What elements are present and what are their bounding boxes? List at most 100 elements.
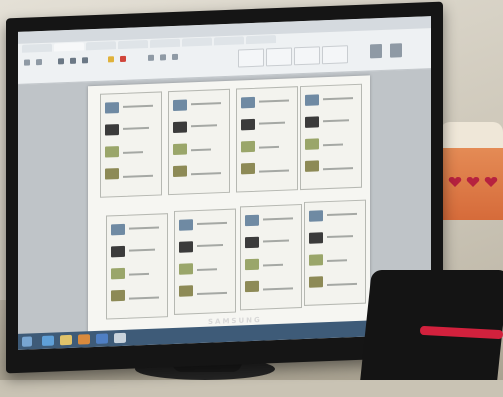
word-icon[interactable] xyxy=(96,333,108,344)
text-line xyxy=(129,296,159,300)
text-line xyxy=(197,268,217,271)
photo-thumbnail xyxy=(245,236,259,249)
photo-thumbnail xyxy=(309,232,323,244)
change-styles-icon[interactable] xyxy=(370,43,382,59)
heart-icon xyxy=(466,177,480,187)
windows-start-icon[interactable] xyxy=(22,336,32,347)
text-line xyxy=(191,102,221,105)
text-line xyxy=(123,151,143,154)
style-title-icon[interactable] xyxy=(322,45,348,65)
text-line xyxy=(197,221,227,225)
tab-mailings[interactable] xyxy=(182,37,212,47)
text-line xyxy=(327,235,353,238)
folder-icon[interactable] xyxy=(60,334,72,346)
photo-thumbnail xyxy=(173,165,187,177)
tab-view[interactable] xyxy=(246,35,276,45)
photo-thumbnail xyxy=(111,223,125,236)
tab-page-layout[interactable] xyxy=(118,39,148,50)
label-card xyxy=(106,213,168,320)
photo-thumbnail xyxy=(309,276,323,288)
label-card xyxy=(300,83,362,191)
text-line xyxy=(123,174,153,178)
text-line xyxy=(129,272,149,276)
photo-thumbnail xyxy=(305,160,319,172)
text-line xyxy=(259,169,289,173)
photo-thumbnail xyxy=(305,138,319,150)
photo-thumbnail xyxy=(245,258,259,271)
text-line xyxy=(259,99,289,103)
text-line xyxy=(191,148,211,151)
highlight-icon[interactable] xyxy=(108,56,114,63)
document-page[interactable] xyxy=(88,75,370,337)
photo-thumbnail xyxy=(241,162,255,175)
text-line xyxy=(129,248,155,252)
underline-icon[interactable] xyxy=(82,57,88,64)
tab-home[interactable] xyxy=(54,42,84,52)
photo-thumbnail xyxy=(105,146,119,158)
bold-icon[interactable] xyxy=(58,58,64,65)
style-heading-icon[interactable] xyxy=(294,46,320,66)
pen-holder xyxy=(360,270,503,380)
label-card xyxy=(304,199,366,306)
text-line xyxy=(263,217,293,221)
photo-thumbnail xyxy=(111,245,125,258)
align-center-icon[interactable] xyxy=(160,54,166,61)
heart-icon xyxy=(484,177,498,187)
cut-icon[interactable] xyxy=(36,59,42,66)
photo-thumbnail xyxy=(173,121,187,133)
style-normal-icon[interactable] xyxy=(238,48,264,68)
text-line xyxy=(191,124,217,127)
photo-thumbnail xyxy=(105,168,119,180)
photo-thumbnail xyxy=(111,289,125,302)
paint-icon[interactable] xyxy=(114,332,126,344)
photo-thumbnail xyxy=(241,96,255,109)
photo-thumbnail xyxy=(179,219,193,231)
font-color-icon[interactable] xyxy=(120,55,126,63)
text-line xyxy=(263,239,289,243)
text-line xyxy=(323,167,353,170)
photo-thumbnail xyxy=(179,241,193,253)
align-right-icon[interactable] xyxy=(172,53,178,61)
align-left-icon[interactable] xyxy=(148,54,154,61)
text-line xyxy=(129,226,159,230)
photo-thumbnail xyxy=(241,118,255,131)
photo-thumbnail xyxy=(305,94,319,106)
photo-thumbnail xyxy=(173,143,187,155)
text-line xyxy=(323,97,353,100)
italic-icon[interactable] xyxy=(70,57,76,64)
photo-thumbnail xyxy=(241,140,255,153)
text-line xyxy=(327,212,357,216)
text-line xyxy=(327,282,357,286)
text-line xyxy=(263,263,283,267)
label-card xyxy=(100,91,162,198)
find-icon[interactable] xyxy=(390,43,402,58)
photo-thumbnail xyxy=(309,254,323,266)
text-line xyxy=(323,119,349,122)
text-line xyxy=(197,244,223,247)
style-no-spacing-icon[interactable] xyxy=(266,47,292,67)
text-line xyxy=(327,259,347,262)
tab-file[interactable] xyxy=(22,43,52,53)
text-line xyxy=(191,172,221,175)
text-line xyxy=(323,143,343,146)
photo-thumbnail xyxy=(111,267,125,280)
photo-thumbnail xyxy=(105,102,119,114)
tab-references[interactable] xyxy=(150,38,180,48)
text-line xyxy=(123,126,149,130)
media-icon[interactable] xyxy=(78,334,90,345)
photo-thumbnail xyxy=(105,124,119,136)
label-card xyxy=(240,204,302,311)
label-card xyxy=(168,88,230,196)
label-card xyxy=(174,208,236,315)
ie-icon[interactable] xyxy=(42,335,54,347)
photo-thumbnail xyxy=(309,210,323,222)
photo-thumbnail xyxy=(173,99,187,111)
paste-icon[interactable] xyxy=(24,59,30,66)
photo-thumbnail xyxy=(245,280,259,293)
tab-review[interactable] xyxy=(214,36,244,46)
text-line xyxy=(123,104,153,108)
heart-icon xyxy=(448,177,462,187)
photo-thumbnail xyxy=(305,116,319,128)
tab-insert[interactable] xyxy=(86,41,116,51)
photo-thumbnail xyxy=(179,285,193,297)
